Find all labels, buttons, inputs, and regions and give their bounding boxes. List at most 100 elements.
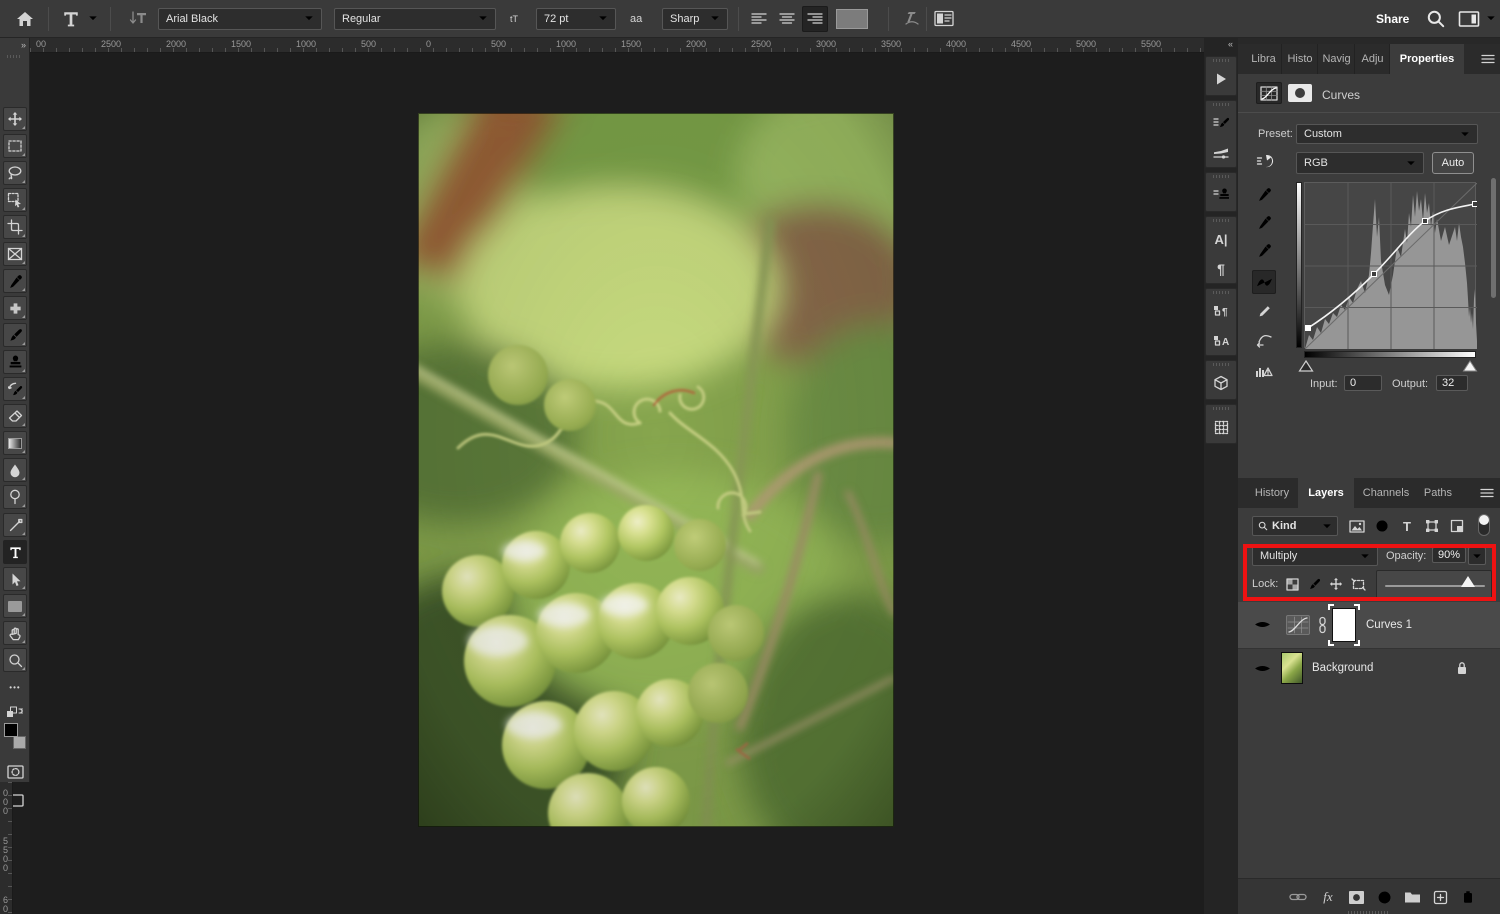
anti-alias-select[interactable]: Sharp	[662, 8, 728, 30]
layer-mask-link-icon[interactable]	[1316, 614, 1328, 636]
curves1-mask-thumbnail[interactable]	[1332, 608, 1356, 642]
tab-paths[interactable]: Paths	[1416, 478, 1460, 508]
canvas-photo[interactable]	[418, 113, 894, 827]
layer-styles-fx-icon[interactable]: fx	[1316, 885, 1340, 909]
zoom-tool[interactable]	[3, 648, 27, 672]
link-layers-icon[interactable]	[1286, 885, 1310, 909]
type-tool-icon[interactable]	[62, 10, 80, 28]
layer-row-curves1[interactable]: Curves 1	[1238, 602, 1500, 648]
paragraph-styles-panel-icon[interactable]: ¶	[1206, 296, 1236, 326]
lasso-tool[interactable]	[3, 161, 27, 185]
character-styles-panel-icon[interactable]: A	[1206, 326, 1236, 356]
eraser-tool[interactable]	[3, 404, 27, 428]
background-visibility-eye-icon[interactable]	[1252, 661, 1272, 675]
pasteboard[interactable]	[30, 53, 1204, 914]
curves-adjustment-icon[interactable]	[1256, 82, 1282, 104]
auto-button[interactable]: Auto	[1432, 152, 1474, 174]
font-style-select[interactable]: Regular	[334, 8, 496, 30]
toggle-panels-icon[interactable]	[934, 10, 954, 27]
font-size-select[interactable]: 72 pt	[536, 8, 616, 30]
new-adjustment-layer-icon[interactable]	[1372, 885, 1396, 909]
output-value-field[interactable]: 32	[1436, 375, 1468, 391]
gray-point-eyedropper-icon[interactable]	[1252, 210, 1276, 234]
properties-menu-icon[interactable]	[1476, 44, 1500, 74]
input-value-field[interactable]: 0	[1344, 375, 1382, 391]
channel-select[interactable]: RGB	[1296, 152, 1424, 174]
layer-row-background[interactable]: Background	[1238, 648, 1500, 686]
left-ruler[interactable]: 000550060	[0, 782, 13, 914]
toolbar-collapse-icon[interactable]: »	[0, 38, 29, 52]
layers-menu-icon[interactable]	[1474, 478, 1500, 508]
new-group-icon[interactable]	[1400, 885, 1424, 909]
brush-tool[interactable]	[3, 323, 27, 347]
home-icon[interactable]	[16, 11, 34, 27]
tab-history[interactable]: History	[1246, 478, 1298, 508]
move-tool[interactable]	[3, 107, 27, 131]
filter-pixel-layers-icon[interactable]	[1346, 516, 1368, 536]
gradient-tool[interactable]	[3, 431, 27, 455]
toolbar-gripper[interactable]	[7, 55, 22, 58]
filter-toggle[interactable]	[1478, 514, 1490, 536]
dock-collapse-icon[interactable]: «	[1204, 38, 1238, 50]
curves1-visibility-eye-icon[interactable]	[1252, 617, 1272, 631]
edit-points-curve-icon[interactable]	[1252, 270, 1276, 294]
targeted-adjustment-icon[interactable]	[1256, 152, 1276, 170]
tab-layers[interactable]: Layers	[1298, 478, 1354, 508]
opacity-value-field[interactable]: 90%	[1432, 547, 1466, 563]
smooth-curve-icon[interactable]	[1252, 328, 1276, 352]
blur-tool[interactable]	[3, 458, 27, 482]
character-panel-icon[interactable]: A|	[1206, 224, 1236, 254]
opacity-chevron-icon[interactable]	[1468, 547, 1486, 565]
curves1-adjustment-thumbnail[interactable]	[1286, 615, 1310, 635]
blend-mode-select[interactable]: Multiply	[1252, 546, 1378, 566]
marquee-tool[interactable]	[3, 134, 27, 158]
hand-tool[interactable]	[3, 621, 27, 645]
layer-name[interactable]: Background	[1312, 662, 1373, 674]
tab-properties[interactable]: Properties	[1390, 44, 1464, 74]
search-icon[interactable]	[1426, 9, 1446, 29]
top-ruler[interactable]: 0025002000150010005000500100015002000250…	[30, 38, 1204, 53]
patterns-panel-icon[interactable]	[1206, 412, 1236, 442]
foreground-background-colors[interactable]	[3, 722, 27, 750]
dodge-tool[interactable]	[3, 485, 27, 509]
pencil-curve-icon[interactable]	[1252, 300, 1276, 324]
frame-tool[interactable]	[3, 242, 27, 266]
filter-smart-objects-icon[interactable]	[1446, 516, 1468, 536]
pen-tool[interactable]	[3, 513, 27, 537]
white-point-eyedropper-icon[interactable]	[1252, 182, 1276, 206]
align-center-button[interactable]	[774, 6, 800, 32]
background-color-swatch[interactable]	[13, 736, 26, 749]
filter-shape-layers-icon[interactable]	[1421, 516, 1443, 536]
tab-histogram[interactable]: Histo	[1283, 44, 1318, 74]
histogram-warning-icon[interactable]	[1252, 358, 1276, 382]
swap-colors-icon[interactable]	[3, 700, 27, 724]
type-tool[interactable]	[3, 540, 27, 564]
tab-libraries[interactable]: Libra	[1246, 44, 1282, 74]
edit-toolbar-ellipsis[interactable]: •••	[3, 675, 27, 699]
black-point-eyedropper-icon[interactable]	[1252, 238, 1276, 262]
workspace-icon[interactable]	[1458, 10, 1480, 28]
filter-adjustment-layers-icon[interactable]	[1371, 516, 1393, 536]
layer-filter-select[interactable]: Kind	[1252, 516, 1338, 536]
properties-scrollbar[interactable]	[1491, 178, 1496, 298]
lock-pixels-icon[interactable]	[1304, 574, 1324, 594]
path-selection-tool[interactable]	[3, 567, 27, 591]
rectangle-tool[interactable]	[3, 594, 27, 618]
crop-tool[interactable]	[3, 215, 27, 239]
delete-layer-icon[interactable]	[1456, 885, 1480, 909]
preset-select[interactable]: Custom	[1296, 124, 1478, 144]
add-layer-mask-icon[interactable]	[1344, 885, 1368, 909]
actions-panel-icon[interactable]	[1206, 64, 1236, 94]
quick-mask-button[interactable]	[3, 760, 27, 784]
shadow-input-slider[interactable]	[1298, 360, 1314, 372]
clone-source-panel-icon[interactable]	[1206, 180, 1236, 210]
healing-brush-tool[interactable]	[3, 296, 27, 320]
new-layer-icon[interactable]	[1428, 885, 1452, 909]
brush-settings-panel-icon[interactable]	[1206, 108, 1236, 138]
lock-position-icon[interactable]	[1326, 574, 1346, 594]
layer-name[interactable]: Curves 1	[1366, 619, 1412, 631]
workspace-chevron-icon[interactable]	[1486, 15, 1496, 22]
threed-panel-icon[interactable]	[1206, 368, 1236, 398]
paragraph-panel-icon[interactable]: ¶	[1206, 254, 1236, 284]
tab-channels[interactable]: Channels	[1356, 478, 1416, 508]
